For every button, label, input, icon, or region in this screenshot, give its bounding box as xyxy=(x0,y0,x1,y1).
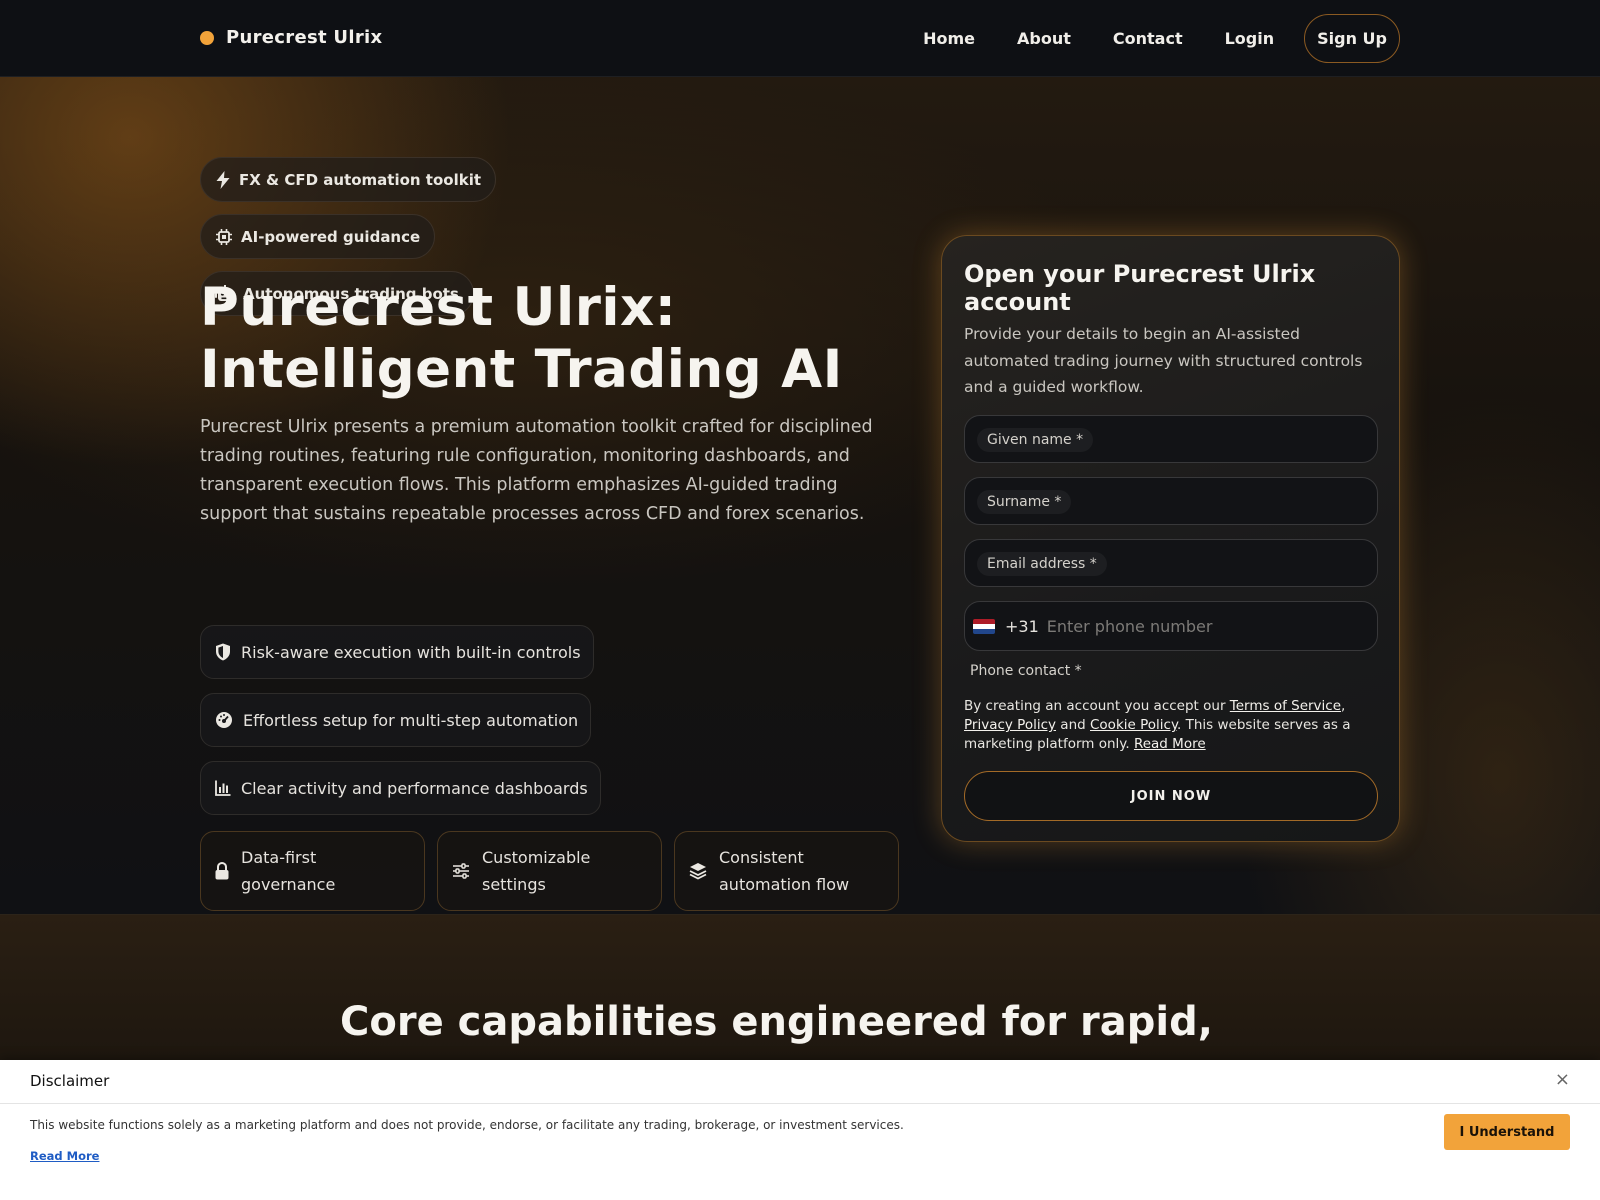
top-navigation-bar: Purecrest Ulrix Home About Contact Login… xyxy=(0,0,1600,77)
brand-logo[interactable]: Purecrest Ulrix xyxy=(200,27,382,48)
card-line-2: settings xyxy=(482,875,546,894)
nav-contact-link[interactable]: Contact xyxy=(1113,29,1183,48)
gauge-icon xyxy=(216,712,232,728)
hero-title-line-2: Intelligent Trading AI xyxy=(200,339,843,400)
terms-text: By creating an account you accept our Te… xyxy=(964,697,1374,754)
feature-label: Clear activity and performance dashboard… xyxy=(241,778,588,798)
hero-description: Purecrest Ulrix presents a premium autom… xyxy=(200,417,873,524)
sliders-icon xyxy=(453,863,469,879)
bar-chart-icon xyxy=(215,780,231,796)
terms-and: and xyxy=(1056,717,1090,733)
shield-icon xyxy=(216,643,230,661)
signup-form-panel: Open your Purecrest Ulrix account Provid… xyxy=(941,235,1400,842)
core-capabilities-section: Core capabilities engineered for rapid, xyxy=(0,915,1600,1060)
phone-contact-label: Phone contact * xyxy=(970,663,1082,679)
form-subtitle: Provide your details to begin an AI-assi… xyxy=(964,325,1363,396)
lock-icon xyxy=(215,862,229,880)
surname-label: Surname * xyxy=(977,490,1072,514)
terms-of-service-link[interactable]: Terms of Service xyxy=(1230,698,1341,714)
card-line-2: automation flow xyxy=(719,875,850,894)
card-line-1: Consistent xyxy=(719,848,804,867)
netherlands-flag-icon[interactable] xyxy=(973,618,995,634)
chip-ai-guidance: AI-powered guidance xyxy=(200,214,436,259)
nav-home-link[interactable]: Home xyxy=(923,29,975,48)
privacy-policy-link[interactable]: Privacy Policy xyxy=(964,717,1056,733)
terms-comma: , xyxy=(1341,698,1346,714)
phone-field: +31 xyxy=(964,601,1378,651)
given-name-field[interactable]: Given name * xyxy=(964,415,1378,463)
disclaimer-text: This website functions solely as a marke… xyxy=(30,1118,904,1132)
bolt-icon xyxy=(216,170,230,189)
disclaimer-read-more-link[interactable]: Read More xyxy=(30,1149,99,1163)
disclaimer-header: Disclaimer × xyxy=(0,1060,1600,1104)
chip-label: AI-powered guidance xyxy=(241,227,421,246)
cookie-policy-link[interactable]: Cookie Policy xyxy=(1090,717,1177,733)
chip-icon xyxy=(216,228,232,245)
email-label: Email address * xyxy=(977,552,1107,576)
benefit-cards: Data-first governance Customizable setti… xyxy=(200,831,911,911)
nav-about-link[interactable]: About xyxy=(1017,29,1071,48)
hero-section: FX & CFD automation toolkit AI-powered g… xyxy=(0,77,1600,915)
benefit-card-automation-flow: Consistent automation flow xyxy=(674,831,899,911)
card-line-1: Customizable xyxy=(482,848,591,867)
layers-icon xyxy=(689,863,707,880)
sign-up-button[interactable]: Sign Up xyxy=(1304,14,1400,63)
given-name-label: Given name * xyxy=(977,428,1094,452)
hero-title: Purecrest Ulrix: Intelligent Trading AI xyxy=(200,277,900,401)
phone-input[interactable] xyxy=(1046,616,1367,636)
feature-label: Risk-aware execution with built-in contr… xyxy=(241,642,581,662)
read-more-link[interactable]: Read More xyxy=(1134,736,1206,752)
form-title: Open your Purecrest Ulrix account xyxy=(964,260,1316,316)
close-icon[interactable]: × xyxy=(1555,1069,1570,1090)
chip-fx-cfd: FX & CFD automation toolkit xyxy=(200,157,497,202)
join-now-button[interactable]: JOIN NOW xyxy=(964,771,1378,821)
card-line-2: governance xyxy=(241,875,336,894)
i-understand-button[interactable]: I Understand xyxy=(1444,1114,1570,1150)
hero-title-line-1: Purecrest Ulrix: xyxy=(200,277,677,338)
brand-name: Purecrest Ulrix xyxy=(226,27,383,48)
feature-label: Effortless setup for multi-step automati… xyxy=(243,710,579,730)
dial-code[interactable]: +31 xyxy=(1005,617,1039,636)
surname-field[interactable]: Surname * xyxy=(964,477,1378,525)
disclaimer-banner: Disclaimer × This website functions sole… xyxy=(0,1060,1600,1200)
terms-prefix: By creating an account you accept our xyxy=(964,698,1230,714)
disclaimer-title: Disclaimer xyxy=(30,1072,110,1090)
email-field[interactable]: Email address * xyxy=(964,539,1378,587)
feature-item: Effortless setup for multi-step automati… xyxy=(200,693,592,747)
feature-list: Risk-aware execution with built-in contr… xyxy=(200,625,601,829)
feature-item: Clear activity and performance dashboard… xyxy=(200,761,601,815)
main-nav: Home About Contact Login Sign Up xyxy=(923,14,1400,63)
brand-dot-icon xyxy=(200,30,214,45)
benefit-card-governance: Data-first governance xyxy=(200,831,425,911)
card-line-1: Data-first xyxy=(241,848,317,867)
chip-label: FX & CFD automation toolkit xyxy=(239,170,482,189)
core-capabilities-title: Core capabilities engineered for rapid, xyxy=(340,999,1213,1045)
feature-item: Risk-aware execution with built-in contr… xyxy=(200,625,594,679)
nav-login-link[interactable]: Login xyxy=(1225,29,1275,48)
benefit-card-settings: Customizable settings xyxy=(437,831,662,911)
